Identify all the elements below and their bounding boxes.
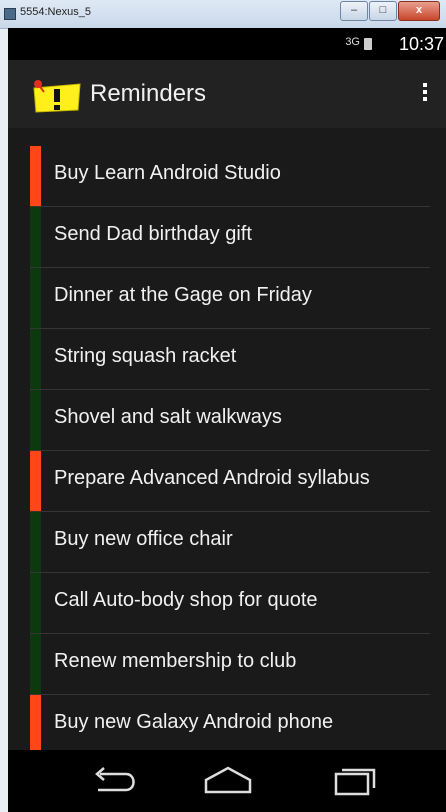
list-item[interactable]: Dinner at the Gage on Friday — [30, 268, 430, 329]
back-icon[interactable] — [86, 764, 138, 796]
reminders-list[interactable]: Buy Learn Android Studio Send Dad birthd… — [8, 128, 446, 750]
priority-bar — [30, 207, 41, 267]
priority-bar — [30, 512, 41, 572]
reminder-text: Buy new office chair — [54, 528, 233, 550]
reminder-text: Call Auto-body shop for quote — [54, 589, 318, 611]
home-icon[interactable] — [202, 764, 254, 796]
list-item[interactable]: Buy new office chair — [30, 512, 430, 573]
status-time: 10:37 — [398, 34, 444, 54]
signal-icon: 3G — [345, 36, 360, 48]
list-item[interactable]: Send Dad birthday gift — [30, 207, 430, 268]
recents-icon[interactable] — [330, 764, 382, 796]
list-item[interactable]: Buy new Galaxy Android phone — [30, 695, 430, 750]
reminder-text: Prepare Advanced Android syllabus — [54, 467, 370, 489]
window-titlebar: 5554:Nexus_5 – □ x — [0, 0, 446, 29]
list-item[interactable]: Prepare Advanced Android syllabus — [30, 451, 430, 512]
phone-screen: 3G 10:37 Reminders Buy Learn Android Stu… — [8, 28, 446, 812]
reminder-text: Send Dad birthday gift — [54, 223, 252, 245]
reminder-text: Dinner at the Gage on Friday — [54, 284, 312, 306]
priority-bar — [30, 451, 41, 511]
priority-bar — [30, 695, 41, 750]
reminder-note-icon — [33, 80, 81, 113]
priority-bar — [30, 390, 41, 450]
app-title: Reminders — [90, 80, 207, 107]
nav-bar — [8, 750, 446, 812]
priority-bar — [30, 573, 41, 633]
list-item[interactable]: Renew membership to club — [30, 634, 430, 695]
overflow-menu-icon[interactable] — [416, 80, 434, 110]
priority-bar — [30, 268, 41, 328]
reminder-text: String squash racket — [54, 345, 237, 367]
list-item[interactable]: Buy Learn Android Studio — [30, 146, 430, 207]
reminder-text: Buy new Galaxy Android phone — [54, 711, 334, 733]
priority-bar — [30, 329, 41, 389]
priority-bar — [30, 634, 41, 694]
reminder-text: Buy Learn Android Studio — [54, 162, 281, 184]
close-button[interactable]: x — [398, 1, 440, 21]
emulator-app-icon — [4, 8, 16, 20]
priority-bar — [30, 146, 41, 206]
maximize-button[interactable]: □ — [369, 1, 397, 21]
list-item[interactable]: Call Auto-body shop for quote — [30, 573, 430, 634]
reminder-text: Shovel and salt walkways — [54, 406, 282, 428]
reminder-text: Renew membership to club — [54, 650, 297, 672]
battery-icon — [364, 38, 372, 50]
action-bar: Reminders — [8, 60, 446, 128]
minimize-button[interactable]: – — [340, 1, 368, 21]
list-item[interactable]: Shovel and salt walkways — [30, 390, 430, 451]
window-title: 5554:Nexus_5 — [20, 6, 91, 18]
list-item[interactable]: String squash racket — [30, 329, 430, 390]
status-bar: 3G 10:37 — [8, 28, 446, 60]
